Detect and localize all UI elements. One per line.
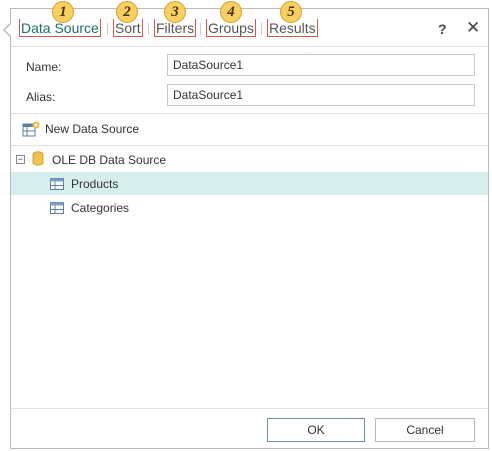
tab-separator: [107, 23, 108, 35]
tab-separator: [261, 23, 262, 35]
new-data-source-icon[interactable]: [22, 121, 40, 137]
alias-label: Alias:: [26, 90, 56, 104]
header-divider: [11, 46, 488, 47]
tree-root-label[interactable]: OLE DB Data Source: [52, 153, 166, 167]
footer-divider: [11, 408, 488, 409]
alias-field[interactable]: DataSource1: [167, 84, 475, 106]
cancel-button[interactable]: Cancel: [375, 418, 475, 442]
database-icon: [32, 151, 44, 171]
tab-groups[interactable]: Groups: [206, 19, 256, 37]
name-field[interactable]: DataSource1: [167, 54, 475, 76]
dialog-pointer-inner: [5, 23, 12, 37]
name-label: Name:: [26, 60, 62, 74]
fields-divider: [11, 113, 488, 114]
tab-separator: [148, 23, 149, 35]
tab-filters[interactable]: Filters: [154, 19, 197, 37]
tab-separator: [200, 23, 201, 35]
new-data-source-button[interactable]: New Data Source: [45, 122, 139, 136]
tree-item-products[interactable]: Products: [71, 177, 118, 191]
collapse-toggle[interactable]: −: [16, 155, 25, 164]
tab-sort[interactable]: Sort: [113, 19, 143, 37]
toolbar-divider: [11, 145, 488, 146]
tree-item-categories[interactable]: Categories: [71, 201, 129, 215]
tab-data-source[interactable]: Data Source: [19, 19, 101, 37]
tab-results[interactable]: Results: [267, 19, 318, 37]
table-icon: [50, 177, 64, 195]
ok-button[interactable]: OK: [267, 418, 365, 442]
help-button[interactable]: ?: [438, 21, 447, 37]
close-button[interactable]: ✕: [466, 18, 480, 38]
table-icon: [50, 201, 64, 219]
